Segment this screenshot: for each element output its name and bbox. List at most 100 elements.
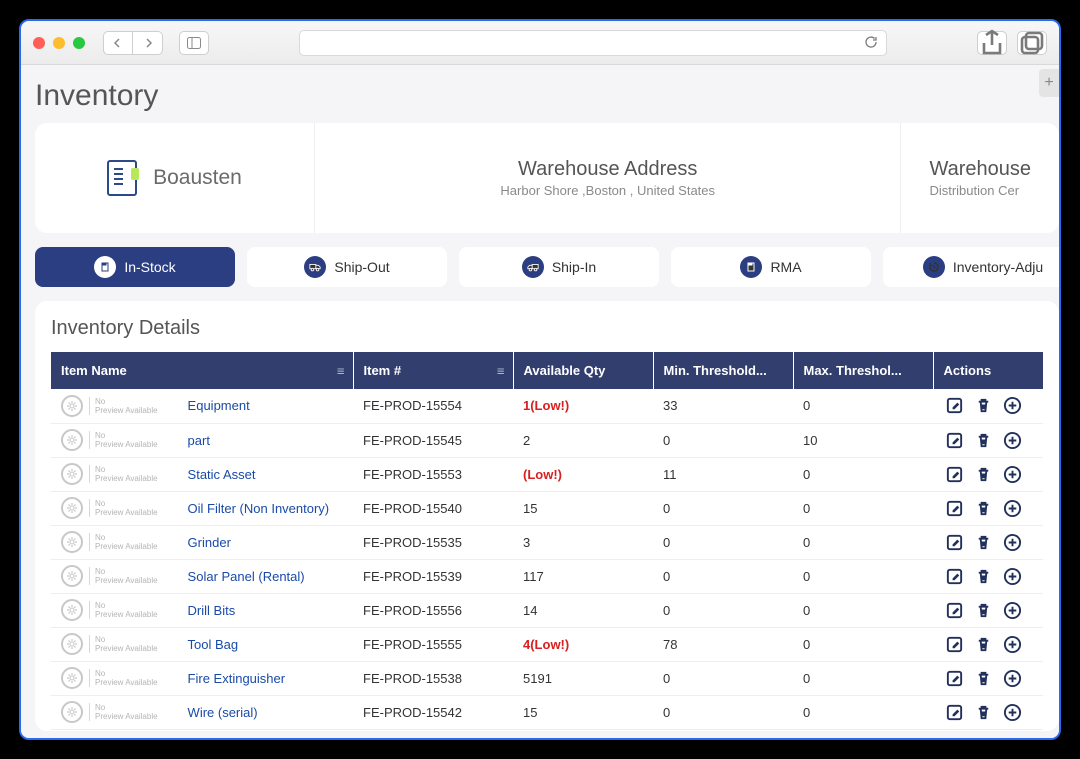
max-threshold: 0 [793, 627, 933, 661]
item-name-link[interactable]: Tool Bag [188, 637, 239, 652]
page-title: Inventory [35, 79, 1059, 113]
minimize-window-icon[interactable] [53, 37, 65, 49]
available-qty: 2 [513, 423, 653, 457]
edit-button[interactable] [943, 701, 965, 723]
delete-button[interactable] [972, 463, 994, 485]
item-name-link[interactable]: Oil Filter (Non Inventory) [188, 501, 330, 516]
forward-button[interactable] [133, 31, 163, 55]
address-bar[interactable] [299, 30, 887, 56]
item-name-link[interactable]: Grinder [188, 535, 231, 550]
maximize-window-icon[interactable] [73, 37, 85, 49]
refresh-icon[interactable] [864, 35, 878, 54]
table-row: NoPreview Available Wire (serial) FE-PROD-… [51, 695, 1043, 729]
column-menu-icon[interactable]: ≡ [337, 363, 345, 378]
item-number: FE-PROD-15539 [353, 559, 513, 593]
share-button[interactable] [977, 31, 1007, 55]
item-name-link[interactable]: Fire Extinguisher [188, 671, 286, 686]
delete-button[interactable] [972, 701, 994, 723]
delete-button[interactable] [972, 395, 994, 417]
edit-button[interactable] [943, 599, 965, 621]
edit-button[interactable] [943, 395, 965, 417]
gear-icon [61, 565, 83, 587]
edit-button[interactable] [943, 429, 965, 451]
window-controls [33, 37, 85, 49]
inventory-details-title: Inventory Details [35, 317, 1059, 352]
gear-icon [61, 531, 83, 553]
item-number: FE-PROD-15545 [353, 423, 513, 457]
tabs-button[interactable] [1017, 31, 1047, 55]
inventory-table: Item Name≡ Item #≡ Available Qty Min. Th… [51, 352, 1043, 731]
no-preview-label: NoPreview Available [89, 669, 158, 687]
add-button[interactable] [1001, 531, 1023, 553]
item-name-link[interactable]: Equipment [188, 398, 250, 413]
col-min-threshold[interactable]: Min. Threshold... [653, 352, 793, 389]
col-item-name[interactable]: Item Name≡ [51, 352, 353, 389]
item-name-link[interactable]: part [188, 433, 210, 448]
delete-button[interactable] [972, 633, 994, 655]
edit-button[interactable] [943, 565, 965, 587]
available-qty: 117 [513, 559, 653, 593]
add-button[interactable] [1001, 701, 1023, 723]
back-button[interactable] [103, 31, 133, 55]
add-button[interactable] [1001, 565, 1023, 587]
tab-label: Inventory-Adju [953, 259, 1043, 275]
column-menu-icon[interactable]: ≡ [497, 363, 505, 378]
tab-ship-in[interactable]: Ship-In [459, 247, 659, 287]
tab-inventory-adju[interactable]: Inventory-Adju [883, 247, 1059, 287]
min-threshold: 0 [653, 729, 793, 731]
browser-window: + Inventory Boausten Warehouse Address H… [19, 19, 1061, 740]
item-number: FE-PROD-15556 [353, 593, 513, 627]
tab-ship-out[interactable]: Ship-Out [247, 247, 447, 287]
item-number: FE-PROD-15543 [353, 729, 513, 731]
delete-button[interactable] [972, 497, 994, 519]
browser-toolbar [21, 21, 1059, 65]
edit-button[interactable] [943, 531, 965, 553]
col-max-threshold[interactable]: Max. Threshol... [793, 352, 933, 389]
edit-button[interactable] [943, 667, 965, 689]
warehouse-next-value: Distribution Cer [929, 183, 1031, 198]
edit-button[interactable] [943, 633, 965, 655]
item-number: FE-PROD-15542 [353, 695, 513, 729]
tab-rma[interactable]: RMA [671, 247, 871, 287]
item-name-link[interactable]: Static Asset [188, 467, 256, 482]
delete-button[interactable] [972, 599, 994, 621]
max-threshold: 0 [793, 729, 933, 731]
col-item-number[interactable]: Item #≡ [353, 352, 513, 389]
delete-button[interactable] [972, 429, 994, 451]
tab-label: Ship-In [552, 259, 596, 275]
max-threshold: 0 [793, 525, 933, 559]
delete-button[interactable] [972, 565, 994, 587]
table-row: NoPreview AvailablepartFE-PROD-155452010 [51, 423, 1043, 457]
warehouse-address-label: Warehouse Address [518, 158, 697, 181]
gear-icon [61, 667, 83, 689]
delete-button[interactable] [972, 667, 994, 689]
table-row: NoPreview AvailableStatic AssetFE-PROD-1… [51, 457, 1043, 491]
no-preview-label: NoPreview Available [89, 703, 158, 721]
edit-button[interactable] [943, 497, 965, 519]
item-name-link[interactable]: Wire (serial) [188, 705, 258, 720]
new-tab-button[interactable]: + [1039, 69, 1059, 97]
sidebar-toggle-button[interactable] [179, 31, 209, 55]
close-window-icon[interactable] [33, 37, 45, 49]
edit-button[interactable] [943, 463, 965, 485]
max-threshold: 10 [793, 423, 933, 457]
tab-in-stock[interactable]: In-Stock [35, 247, 235, 287]
col-available-qty[interactable]: Available Qty [513, 352, 653, 389]
add-button[interactable] [1001, 463, 1023, 485]
add-button[interactable] [1001, 599, 1023, 621]
item-name-link[interactable]: Solar Panel (Rental) [188, 569, 305, 584]
add-button[interactable] [1001, 633, 1023, 655]
add-button[interactable] [1001, 429, 1023, 451]
available-qty: 4(Low!) [513, 627, 653, 661]
table-row: NoPreview AvailableTool BagFE-PROD-15555… [51, 627, 1043, 661]
add-button[interactable] [1001, 497, 1023, 519]
document-icon [107, 160, 137, 196]
min-threshold: 0 [653, 525, 793, 559]
no-preview-label: NoPreview Available [89, 567, 158, 585]
item-name-link[interactable]: Drill Bits [188, 603, 236, 618]
add-button[interactable] [1001, 667, 1023, 689]
add-button[interactable] [1001, 395, 1023, 417]
available-qty: (Low!) [513, 457, 653, 491]
building-icon [740, 256, 762, 278]
delete-button[interactable] [972, 531, 994, 553]
